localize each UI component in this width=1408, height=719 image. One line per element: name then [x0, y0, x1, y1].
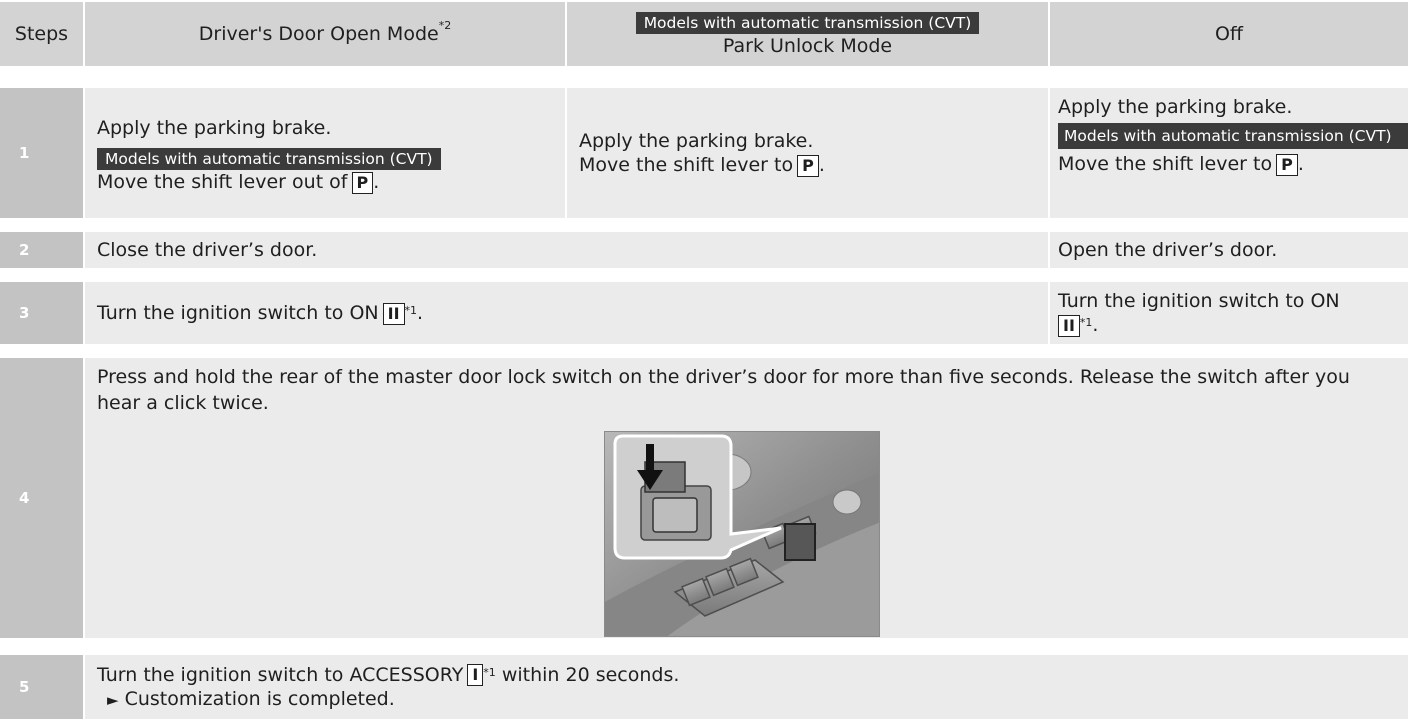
row1-c3-line2: Move the shift lever to	[1058, 153, 1273, 175]
row5-line1-pre: Turn the ignition switch to ACCESSORY	[97, 663, 464, 686]
step-number-3: 3	[0, 282, 83, 344]
header-col2-label: Park Unlock Mode	[722, 34, 893, 57]
row2-c12-cell: Close the driver’s door.	[85, 232, 1048, 268]
header-cvt-tag: Models with automatic transmission (CVT)	[635, 11, 980, 34]
row1-c1-line2: Move the shift lever out of	[97, 171, 348, 193]
row1-off-cell: Apply the parking brake. Models with aut…	[1050, 88, 1408, 218]
row2-off-cell: Open the driver’s door.	[1050, 232, 1408, 268]
row1-c3-cvt-tag: Models with automatic transmission (CVT)	[1058, 123, 1408, 149]
row4-text: Press and hold the rear of the master do…	[97, 366, 1350, 414]
park-key-icon: P	[1276, 153, 1298, 176]
row1-c2-line2: Move the shift lever to	[579, 154, 794, 176]
row1-park-unlock-cell: Apply the parking brake. Move the shift …	[567, 88, 1048, 218]
door-switch-svg	[605, 432, 879, 636]
row5-cell: Turn the ignition switch to ACCESSORY I *1…	[85, 655, 1408, 719]
row1-c1-cvt-tag: Models with automatic transmission (CVT)	[97, 148, 441, 170]
row5-footnote: *1	[483, 665, 496, 679]
on-key-icon: II	[1058, 314, 1080, 337]
on-key-icon: II	[382, 302, 405, 325]
row1-c1-line1: Apply the parking brake.	[97, 117, 332, 139]
row5-line2: Customization is completed.	[124, 687, 395, 710]
park-key-icon: P	[351, 171, 374, 194]
row1-c2-line1: Apply the parking brake.	[579, 130, 814, 152]
triangle-bullet-icon: ►	[107, 690, 119, 709]
step-number-4: 4	[0, 358, 83, 638]
row1-c3-line1: Apply the parking brake.	[1058, 96, 1293, 118]
row3-c12-text: Turn the ignition switch to ON	[97, 302, 379, 324]
header-park-unlock-mode: Models with automatic transmission (CVT)…	[567, 2, 1048, 66]
row3-off-cell: Turn the ignition switch to ON II *1.	[1050, 282, 1408, 344]
step-number-2: 2	[0, 232, 83, 268]
step-number-1: 1	[0, 88, 83, 218]
row3-c3-footnote: *1	[1079, 316, 1093, 329]
row3-c12-cell: Turn the ignition switch to ON II *1.	[85, 282, 1048, 344]
header-col1-label: Driver's Door Open Mode	[198, 23, 439, 45]
header-drivers-door-open-mode: Driver's Door Open Mode*2	[85, 2, 565, 66]
step-number-5: 5	[0, 655, 83, 719]
header-off: Off	[1050, 2, 1408, 66]
row1-drivers-door-cell: Apply the parking brake. Models with aut…	[85, 88, 565, 218]
accessory-key-icon: I	[467, 664, 484, 686]
header-col1-footnote: *2	[438, 19, 452, 32]
row3-c12-footnote: *1	[404, 304, 418, 317]
row3-c3-text: Turn the ignition switch to ON	[1058, 290, 1340, 312]
lock-switch-target	[784, 523, 816, 561]
header-steps: Steps	[0, 2, 83, 66]
door-switch-illustration	[604, 431, 880, 637]
park-key-icon: P	[797, 154, 819, 177]
row5-line1-post: within 20 seconds.	[501, 663, 680, 686]
